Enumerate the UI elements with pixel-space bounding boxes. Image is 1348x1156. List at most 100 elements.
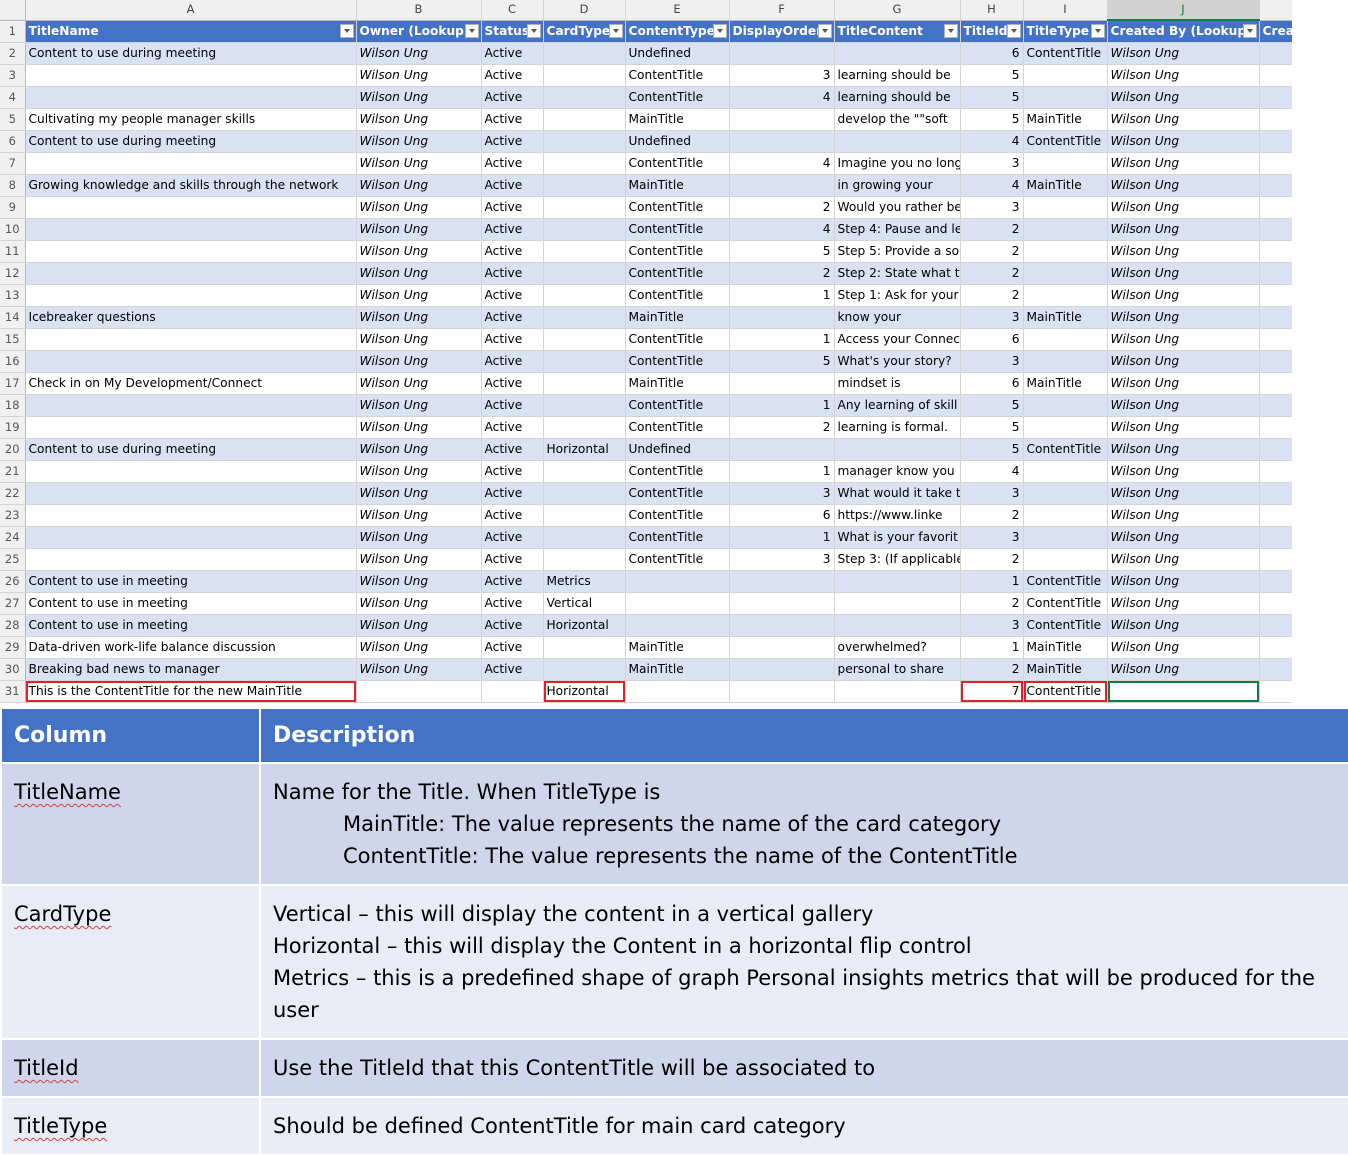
cell[interactable]: MainTitle — [625, 636, 730, 659]
cell[interactable] — [834, 570, 961, 593]
cell[interactable]: ContentTitle — [625, 548, 730, 571]
cell[interactable] — [25, 416, 357, 439]
cell[interactable]: MainTitle — [625, 306, 730, 329]
cell[interactable] — [25, 350, 357, 373]
cell[interactable]: Wilson Ung — [1107, 328, 1260, 351]
cell[interactable]: ContentTitle — [625, 218, 730, 241]
cell[interactable]: 4 — [729, 218, 835, 241]
table-row[interactable]: 24 Wilson Ung Active ContentTitle 1 What is y… — [0, 526, 1292, 549]
row-number[interactable]: 6 — [0, 130, 26, 153]
header-cell[interactable]: Status — [481, 20, 544, 43]
cell[interactable] — [543, 152, 626, 175]
cell[interactable]: Active — [481, 64, 544, 87]
cell[interactable]: 4 — [960, 460, 1024, 483]
cell[interactable] — [1259, 218, 1292, 241]
cell[interactable]: Wilson Ung — [356, 482, 482, 505]
cell[interactable]: Wilson Ung — [1107, 636, 1260, 659]
row-number[interactable]: 29 — [0, 636, 26, 659]
cell[interactable]: Icebreaker questions — [25, 306, 357, 329]
cell[interactable]: Active — [481, 570, 544, 593]
cell[interactable] — [1259, 174, 1292, 197]
cell[interactable]: Wilson Ung — [356, 240, 482, 263]
cell[interactable]: 6 — [960, 42, 1024, 65]
cell[interactable]: Wilson Ung — [1107, 108, 1260, 131]
row-number[interactable]: 20 — [0, 438, 26, 461]
cell[interactable]: Wilson Ung — [356, 658, 482, 681]
cell[interactable] — [1259, 152, 1292, 175]
cell[interactable] — [1023, 328, 1108, 351]
cell[interactable] — [25, 526, 357, 549]
cell[interactable]: Wilson Ung — [1107, 460, 1260, 483]
cell[interactable] — [543, 130, 626, 153]
row-number[interactable]: 3 — [0, 64, 26, 87]
active-cell[interactable] — [1107, 680, 1260, 703]
cell[interactable]: Wilson Ung — [1107, 570, 1260, 593]
cell[interactable] — [729, 614, 835, 637]
row-number[interactable]: 16 — [0, 350, 26, 373]
cell[interactable] — [1259, 108, 1292, 131]
cell[interactable]: ContentTitle — [1023, 614, 1108, 637]
cell[interactable]: 1 — [729, 284, 835, 307]
cell[interactable]: Active — [481, 372, 544, 395]
cell[interactable] — [25, 548, 357, 571]
cell[interactable]: MainTitle — [1023, 636, 1108, 659]
table-row[interactable]: 23 Wilson Ung Active ContentTitle 6 https://w… — [0, 504, 1292, 527]
cell[interactable]: Wilson Ung — [356, 504, 482, 527]
cell[interactable] — [625, 614, 730, 637]
cell[interactable] — [25, 218, 357, 241]
cell[interactable] — [543, 174, 626, 197]
cell[interactable]: 3 — [729, 548, 835, 571]
cell[interactable]: Wilson Ung — [356, 372, 482, 395]
cell[interactable]: ContentTitle — [625, 526, 730, 549]
table-row[interactable]: 26 Content to use in meeting Wilson Ung Act… — [0, 570, 1292, 593]
cell[interactable]: Wilson Ung — [1107, 130, 1260, 153]
cell[interactable]: Active — [481, 636, 544, 659]
table-row[interactable]: 20 Content to use during meeting Wilson Un… — [0, 438, 1292, 461]
cell[interactable] — [543, 306, 626, 329]
cell[interactable] — [1023, 240, 1108, 263]
cell[interactable] — [1259, 86, 1292, 109]
cell[interactable]: Wilson Ung — [1107, 86, 1260, 109]
cell[interactable] — [1023, 394, 1108, 417]
row-number[interactable]: 9 — [0, 196, 26, 219]
highlighted-cell[interactable]: 7 — [960, 680, 1024, 703]
row-number[interactable]: 24 — [0, 526, 26, 549]
cell[interactable] — [1023, 350, 1108, 373]
cell[interactable]: Wilson Ung — [1107, 218, 1260, 241]
cell[interactable] — [1259, 636, 1292, 659]
cell[interactable]: Wilson Ung — [1107, 504, 1260, 527]
row-number[interactable]: 5 — [0, 108, 26, 131]
cell[interactable]: What would it take t — [834, 482, 961, 505]
cell[interactable]: Wilson Ung — [1107, 658, 1260, 681]
column-letter-D[interactable]: D — [543, 0, 626, 21]
row-number[interactable]: 10 — [0, 218, 26, 241]
column-letter-H[interactable]: H — [960, 0, 1024, 21]
cell[interactable] — [729, 130, 835, 153]
cell[interactable]: Wilson Ung — [1107, 240, 1260, 263]
cell[interactable] — [543, 328, 626, 351]
select-all-corner[interactable] — [0, 0, 26, 21]
cell[interactable]: Wilson Ung — [1107, 372, 1260, 395]
cell[interactable]: ContentTitle — [1023, 42, 1108, 65]
cell[interactable] — [1259, 64, 1292, 87]
cell[interactable]: ContentTitle — [625, 328, 730, 351]
cell[interactable]: Active — [481, 658, 544, 681]
row-number[interactable]: 31 — [0, 680, 26, 703]
cell[interactable]: Active — [481, 328, 544, 351]
cell[interactable]: Any learning of skill — [834, 394, 961, 417]
cell[interactable]: Wilson Ung — [1107, 64, 1260, 87]
cell[interactable]: personal to share — [834, 658, 961, 681]
cell[interactable] — [543, 350, 626, 373]
table-row[interactable]: 4 Wilson Ung Active ContentTitle 4 learning s… — [0, 86, 1292, 109]
cell[interactable] — [625, 570, 730, 593]
cell[interactable]: MainTitle — [1023, 174, 1108, 197]
filter-dropdown-icon[interactable] — [1242, 24, 1257, 38]
table-row[interactable]: 3 Wilson Ung Active ContentTitle 3 learning s… — [0, 64, 1292, 87]
cell[interactable]: Undefined — [625, 438, 730, 461]
cell[interactable] — [625, 680, 730, 703]
cell[interactable]: 2 — [960, 240, 1024, 263]
table-row[interactable]: 27 Content to use in meeting Wilson Ung Act… — [0, 592, 1292, 615]
cell[interactable] — [834, 614, 961, 637]
cell[interactable] — [543, 218, 626, 241]
cell[interactable]: learning should be — [834, 64, 961, 87]
